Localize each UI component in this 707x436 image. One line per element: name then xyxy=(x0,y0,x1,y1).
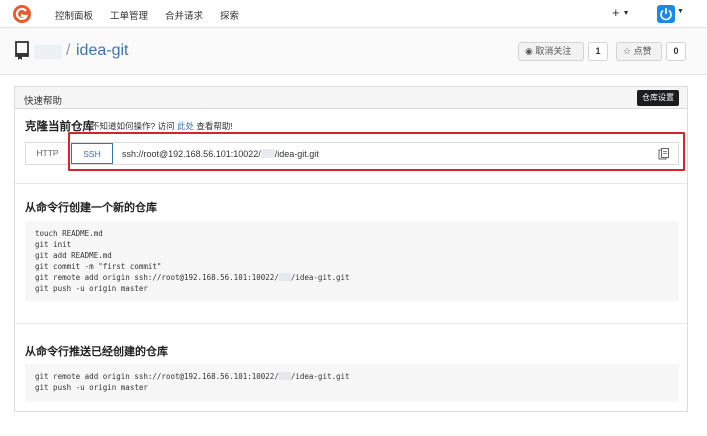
code-line: git add README.md xyxy=(35,251,112,260)
owner-redacted xyxy=(278,273,291,281)
code-line-prefix: git remote add origin ssh://root@192.168… xyxy=(35,273,279,282)
push-existing-code: git remote add origin ssh://root@192.168… xyxy=(25,364,679,402)
unwatch-button[interactable]: ◉ 取消关注 xyxy=(518,42,584,61)
owner-redacted xyxy=(278,372,291,380)
new-repo-title: 从命令行创建一个新的仓库 xyxy=(25,202,157,214)
panel-header: 快速帮助 仓库设置 xyxy=(15,87,687,109)
user-avatar[interactable] xyxy=(657,5,675,23)
code-line: git push -u origin master xyxy=(35,383,148,392)
hint-suffix: 查看帮助! xyxy=(196,121,233,131)
nav-dashboard[interactable]: 控制面板 xyxy=(55,8,93,22)
http-tab[interactable]: HTTP xyxy=(26,143,70,164)
plus-icon: + xyxy=(612,5,620,20)
code-line-suffix: /idea-git.git xyxy=(290,273,350,282)
hint-prefix: 不知道如何操作? 访问 xyxy=(91,121,175,131)
gogs-logo-icon[interactable] xyxy=(12,4,32,24)
power-icon xyxy=(660,8,672,21)
repo-header: / idea-git ◉ 取消关注 1 ☆ 点赞 0 xyxy=(0,29,707,75)
star-icon: ☆ xyxy=(623,46,634,56)
code-line: git push -u origin master xyxy=(35,284,148,293)
push-existing-title: 从命令行推送已经创建的仓库 xyxy=(25,346,168,358)
watch-count[interactable]: 1 xyxy=(588,42,608,61)
new-repo-code: touch README.md git init git add README.… xyxy=(25,221,679,301)
code-line: git remote add origin ssh://root@192.168… xyxy=(35,273,350,282)
user-menu-caret-icon[interactable]: ▼ xyxy=(677,8,684,15)
chevron-down-icon: ▼ xyxy=(622,10,630,17)
star-button[interactable]: ☆ 点赞 xyxy=(616,42,662,61)
code-line-suffix: /idea-git.git xyxy=(290,372,350,381)
unwatch-label: 取消关注 xyxy=(535,46,572,56)
repo-icon xyxy=(15,41,29,60)
create-new-button[interactable]: + ▼ xyxy=(612,5,630,20)
code-line-prefix: git remote add origin ssh://root@192.168… xyxy=(35,372,279,381)
repo-path-separator: / xyxy=(66,42,71,59)
eye-icon: ◉ xyxy=(525,46,536,56)
star-count[interactable]: 0 xyxy=(666,42,686,61)
code-line: git remote add origin ssh://root@192.168… xyxy=(35,372,350,381)
code-line: touch README.md xyxy=(35,229,103,238)
clone-hint: 不知道如何操作? 访问 此处 查看帮助! xyxy=(91,120,233,132)
code-line: git commit -m "first commit" xyxy=(35,262,162,271)
panel-title: 快速帮助 xyxy=(24,96,63,107)
nav-explore[interactable]: 探索 xyxy=(220,8,239,22)
repo-settings-button[interactable]: 仓库设置 xyxy=(637,90,679,106)
quick-help-panel: 快速帮助 仓库设置 克隆当前仓库 不知道如何操作? 访问 此处 查看帮助! HT… xyxy=(14,86,688,412)
highlight-annotation xyxy=(68,132,685,171)
repo-name-link[interactable]: idea-git xyxy=(76,42,128,60)
nav-pull-requests[interactable]: 合并请求 xyxy=(165,8,203,22)
section-divider xyxy=(15,183,687,184)
nav-issues[interactable]: 工单管理 xyxy=(110,8,148,22)
top-navbar: 控制面板 工单管理 合并请求 探索 + ▼ ▼ xyxy=(0,0,707,28)
star-label: 点赞 xyxy=(633,46,652,56)
code-line: git init xyxy=(35,240,72,249)
help-link[interactable]: 此处 xyxy=(177,121,194,131)
owner-name-redacted xyxy=(34,45,62,59)
section-divider xyxy=(15,323,687,324)
